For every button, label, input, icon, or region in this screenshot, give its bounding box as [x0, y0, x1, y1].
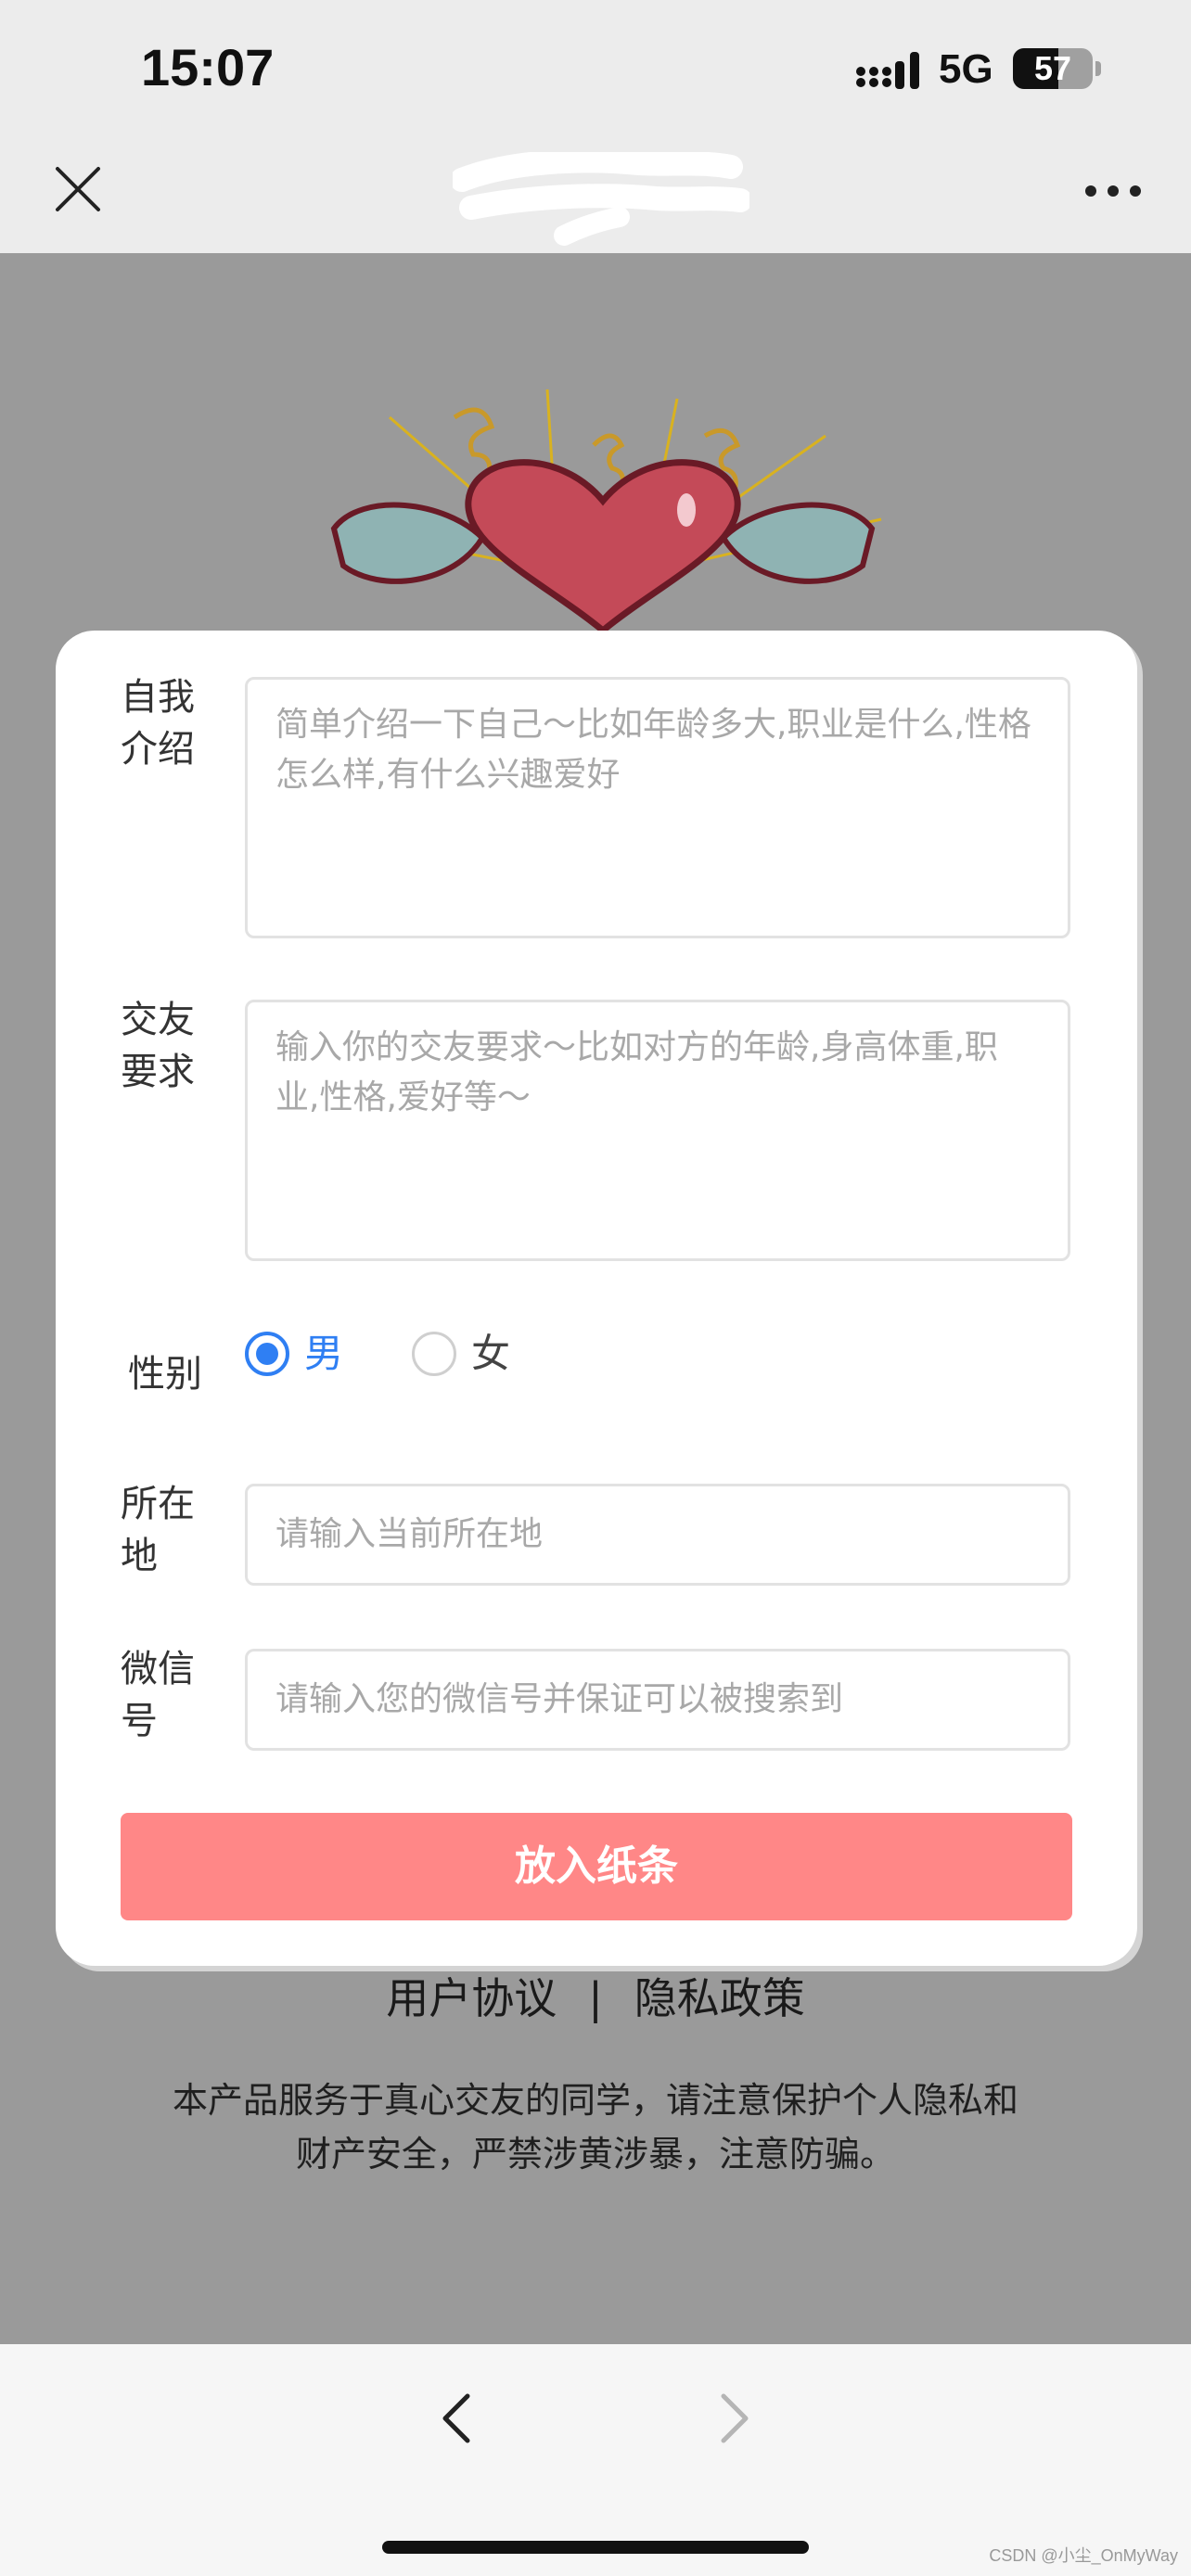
battery-tip: [1095, 61, 1101, 76]
submit-button[interactable]: 放入纸条: [121, 1813, 1072, 1920]
gender-male-radio[interactable]: [245, 1332, 289, 1376]
gender-female-label[interactable]: 女: [471, 1328, 510, 1380]
requirement-label: 交友要求: [121, 999, 195, 1093]
battery-level: 57: [1033, 49, 1072, 87]
requirement-textarea[interactable]: 输入你的交友要求～比如对方的年龄,身高体重,职业,性格,爱好等～: [245, 1000, 1070, 1261]
footer-links: 用户协议 | 隐私政策: [0, 1966, 1191, 2031]
location-input[interactable]: 请输入当前所在地: [245, 1484, 1070, 1586]
wechat-input[interactable]: 请输入您的微信号并保证可以被搜索到: [245, 1649, 1070, 1751]
status-bar: 15:07 5G 57: [0, 0, 1191, 139]
close-icon[interactable]: [54, 165, 102, 213]
status-time: 15:07: [141, 38, 275, 96]
privacy-policy-link[interactable]: 隐私政策: [634, 1966, 805, 2031]
user-agreement-link[interactable]: 用户协议: [386, 1966, 557, 2031]
redacted-title: [453, 152, 749, 246]
gender-female-radio[interactable]: [412, 1332, 456, 1376]
watermark: CSDN @小尘_OnMyWay: [989, 2546, 1178, 2565]
signal-icon: [856, 52, 919, 89]
location-label: 所在地: [121, 1483, 195, 1577]
form-card: 自我介绍 简单介绍一下自己～比如年龄多大,职业是什么,性格怎么样,有什么兴趣爱好…: [56, 631, 1137, 1966]
home-indicator: [382, 2541, 809, 2554]
more-icon[interactable]: [1083, 184, 1143, 198]
safety-notice: 本产品服务于真心交友的同学，请注意保护个人隐私和财产安全，严禁涉黄涉暴，注意防骗…: [172, 2080, 1018, 2174]
gender-label: 性别: [128, 1353, 202, 1396]
link-separator: |: [588, 1973, 603, 2023]
bottom-nav-bar: [0, 2344, 1191, 2576]
battery-icon: 57: [1013, 48, 1093, 89]
intro-label: 自我介绍: [121, 676, 195, 771]
intro-textarea[interactable]: 简单介绍一下自己～比如年龄多大,职业是什么,性格怎么样,有什么兴趣爱好: [245, 677, 1070, 938]
wechat-label: 微信号: [121, 1648, 195, 1742]
nav-bar: [0, 139, 1191, 253]
gender-male-label[interactable]: 男: [304, 1328, 343, 1380]
heart-wings-illustration: [330, 389, 882, 631]
network-type: 5G: [939, 46, 993, 92]
chevron-left-icon[interactable]: [436, 2391, 477, 2446]
chevron-right-icon[interactable]: [714, 2391, 755, 2446]
